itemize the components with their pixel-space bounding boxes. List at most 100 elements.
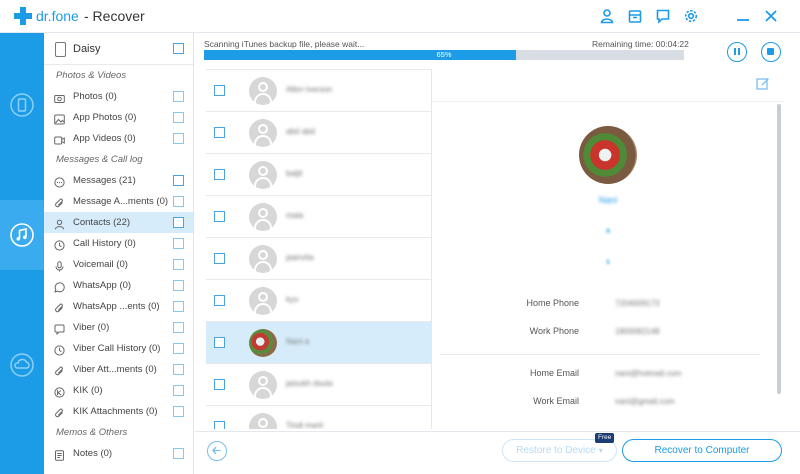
user-icon[interactable]	[599, 8, 615, 24]
work-email-value: nani@gmail.com	[615, 397, 675, 406]
contact-row[interactable]: Nani a	[206, 322, 431, 364]
category-viber-call-history[interactable]: Viber Call History (0)	[44, 338, 193, 359]
select-all-checkbox[interactable]	[173, 43, 184, 54]
checkbox[interactable]	[214, 169, 225, 180]
viber-icon	[54, 322, 65, 336]
contact-line-2: s	[606, 257, 610, 266]
contact-row-name: baljit	[286, 169, 303, 178]
contact-row[interactable]: baljit	[206, 154, 431, 196]
category-contacts[interactable]: Contacts (22)	[44, 212, 193, 233]
minimize-icon[interactable]	[735, 8, 751, 24]
checkbox[interactable]	[173, 133, 184, 144]
category-app-videos[interactable]: App Videos (0)	[44, 128, 193, 149]
checkbox[interactable]	[173, 217, 184, 228]
category-call-history[interactable]: Call History (0)	[44, 233, 193, 254]
checkbox[interactable]	[173, 448, 184, 459]
microphone-icon	[54, 259, 65, 272]
contact-row[interactable]: kyo	[206, 280, 431, 322]
checkbox[interactable]	[173, 259, 184, 270]
category-messages[interactable]: Messages (21)	[44, 170, 193, 191]
checkbox[interactable]	[173, 112, 184, 123]
work-email-label: Work Email	[533, 396, 579, 406]
checkbox[interactable]	[214, 379, 225, 390]
category-photos[interactable]: Photos (0)	[44, 86, 193, 107]
scan-progress-bar: 65%	[204, 50, 684, 60]
gear-icon[interactable]	[683, 8, 699, 24]
home-email-value: nani@hotmail.com	[615, 369, 682, 378]
category-viber-attachments[interactable]: Viber Att...ments (0)	[44, 359, 193, 380]
checkbox[interactable]	[173, 301, 184, 312]
category-viber[interactable]: Viber (0)	[44, 317, 193, 338]
contact-row-name: abd abd	[286, 127, 315, 136]
category-whatsapp[interactable]: WhatsApp (0)	[44, 275, 193, 296]
checkbox[interactable]	[173, 343, 184, 354]
checkbox[interactable]	[214, 295, 225, 306]
category-whatsapp-attachments[interactable]: WhatsApp ...ents (0)	[44, 296, 193, 317]
device-recover-icon[interactable]	[0, 70, 44, 140]
contact-row[interactable]: abd abd	[206, 112, 431, 154]
contact-row-name: Tindi marit	[286, 421, 324, 429]
icloud-recover-icon[interactable]	[0, 330, 44, 400]
close-icon[interactable]	[763, 8, 779, 24]
message-icon	[54, 175, 65, 188]
contact-row[interactable]: jaanvita	[206, 238, 431, 280]
scan-status-text: Scanning iTunes backup file, please wait…	[204, 39, 365, 49]
app-title: - Recover	[84, 8, 145, 24]
pause-button[interactable]	[727, 42, 747, 62]
group-photos-videos: Photos & Videos	[56, 70, 127, 81]
contact-detail-pane: Nani a s Home Phone 7204009173 Work Phon…	[432, 69, 784, 429]
category-kik-attachments[interactable]: KIK Attachments (0)	[44, 401, 193, 422]
contact-name: Nani	[598, 195, 618, 205]
contact-row[interactable]: Tindi marit	[206, 406, 431, 429]
back-button[interactable]	[207, 441, 227, 461]
scan-status-bar: Scanning iTunes backup file, please wait…	[195, 33, 800, 67]
paperclip-icon	[54, 364, 65, 376]
contact-row[interactable]: Allen Iverson	[206, 70, 431, 112]
contact-row[interactable]: mala	[206, 196, 431, 238]
contact-row[interactable]: jaisukh dsuta	[206, 364, 431, 406]
kik-icon	[54, 385, 65, 398]
group-memos-others: Memos & Others	[56, 427, 128, 438]
edit-icon[interactable]	[756, 77, 770, 91]
checkbox[interactable]	[173, 91, 184, 102]
checkbox[interactable]	[173, 196, 184, 207]
paperclip-icon	[54, 406, 65, 418]
camera-icon	[54, 91, 65, 103]
checkbox[interactable]	[173, 364, 184, 375]
category-kik[interactable]: KIK (0)	[44, 380, 193, 401]
mode-rail	[0, 33, 44, 474]
work-phone-label: Work Phone	[529, 326, 579, 336]
checkbox[interactable]	[173, 238, 184, 249]
checkbox[interactable]	[173, 280, 184, 291]
checkbox[interactable]	[173, 175, 184, 186]
category-app-photos[interactable]: App Photos (0)	[44, 107, 193, 128]
detail-scrollbar[interactable]	[777, 104, 781, 394]
store-icon[interactable]	[627, 8, 643, 24]
checkbox[interactable]	[173, 385, 184, 396]
checkbox[interactable]	[173, 406, 184, 417]
progress-percent: 65%	[436, 50, 452, 59]
avatar	[249, 371, 277, 399]
checkbox[interactable]	[214, 421, 225, 429]
video-icon	[54, 133, 65, 145]
contact-row-name: Allen Iverson	[286, 85, 333, 94]
category-message-attachments[interactable]: Message A...ments (0)	[44, 191, 193, 212]
checkbox[interactable]	[214, 337, 225, 348]
checkbox[interactable]	[214, 127, 225, 138]
category-voicemail[interactable]: Voicemail (0)	[44, 254, 193, 275]
itunes-recover-icon[interactable]	[0, 200, 44, 270]
stop-button[interactable]	[761, 42, 781, 62]
home-email-label: Home Email	[529, 368, 579, 378]
checkbox[interactable]	[214, 253, 225, 264]
checkbox[interactable]	[214, 211, 225, 222]
checkbox[interactable]	[173, 322, 184, 333]
recover-to-computer-button[interactable]: Recover to Computer	[622, 439, 782, 462]
restore-label: Restore to Device	[516, 445, 596, 456]
checkbox[interactable]	[214, 85, 225, 96]
category-notes[interactable]: Notes (0)	[44, 443, 193, 464]
chat-icon[interactable]	[655, 8, 671, 24]
footer-bar: Restore to Device ▾ Free Recover to Compu…	[195, 431, 800, 474]
category-panel: Daisy Photos & Videos Photos (0) App Pho…	[44, 33, 194, 474]
contact-row-name: kyo	[286, 295, 299, 304]
contact-photo	[579, 126, 637, 184]
